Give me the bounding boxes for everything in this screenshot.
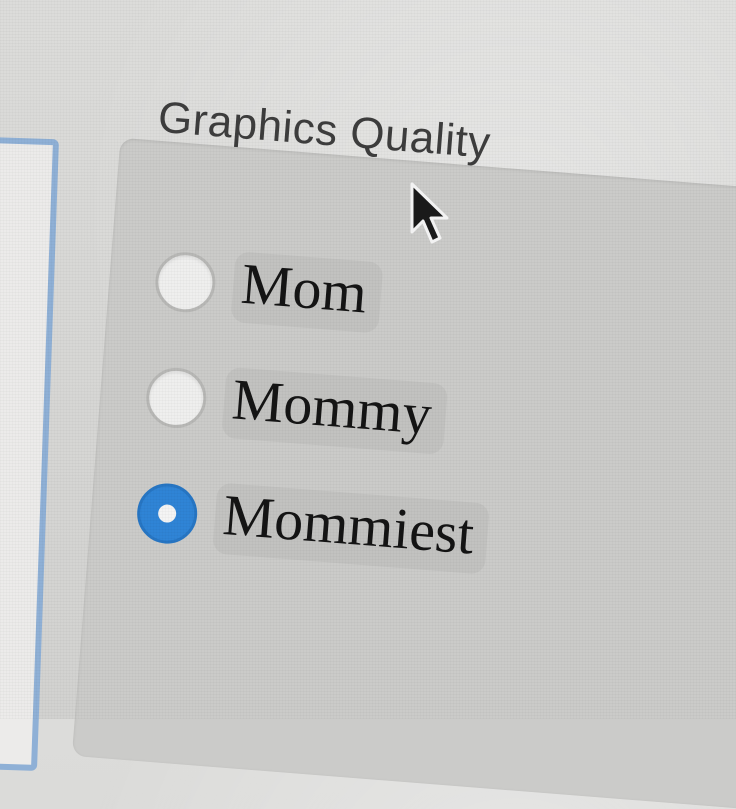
group-box <box>71 137 736 809</box>
radio-button-mom[interactable] <box>153 250 218 315</box>
radio-dot <box>157 504 177 524</box>
radio-label-mom: Mom <box>238 250 370 326</box>
label-pill: Mom <box>230 250 384 334</box>
arrow-cursor-icon <box>410 182 449 244</box>
radio-button-mommiest[interactable] <box>134 481 200 547</box>
graphics-quality-group: Graphics Quality Mom Mommy Mommiest <box>0 0 736 809</box>
radio-button-mommy[interactable] <box>143 366 209 431</box>
